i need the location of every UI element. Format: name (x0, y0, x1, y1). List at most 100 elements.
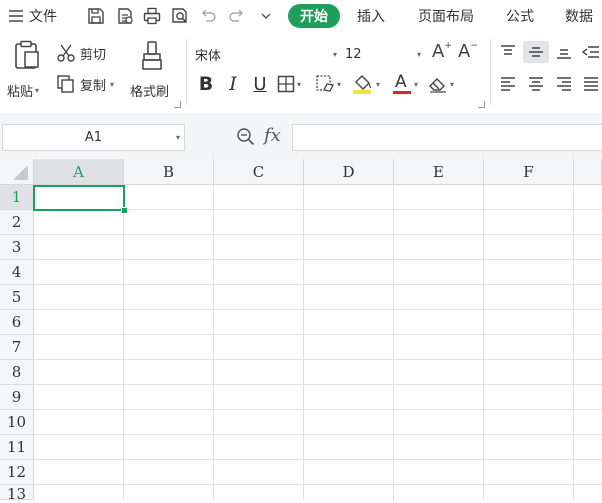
decrease-indent-button[interactable] (580, 41, 602, 63)
clear-format-dropdown-icon: ▾ (450, 79, 455, 89)
column-header-g[interactable] (574, 159, 602, 185)
name-box[interactable]: A1 ▾ (2, 124, 185, 151)
column-header-c[interactable]: C (214, 159, 304, 185)
bold-button[interactable]: B (195, 73, 217, 95)
format-painter-label: 格式刷 (130, 85, 170, 100)
row-header-13[interactable]: 13 (0, 485, 34, 503)
align-center-button[interactable] (525, 73, 547, 95)
active-cell-a1[interactable] (33, 185, 125, 211)
cell-style-button[interactable]: ▾ (315, 73, 341, 95)
align-top-button[interactable] (497, 41, 519, 63)
paste-button[interactable]: 粘贴 ▾ (7, 38, 44, 108)
align-right-button[interactable] (553, 73, 575, 95)
cut-label: 剪切 (80, 47, 107, 63)
font-color-swatch (393, 91, 411, 94)
copy-label: 复制 (80, 78, 107, 94)
underline-button[interactable]: U (249, 73, 271, 95)
fill-color-button[interactable]: ▾ (352, 73, 380, 95)
clear-format-button[interactable]: ▾ (428, 73, 454, 95)
font-group-launcher[interactable] (478, 101, 485, 108)
decrease-font-size-button[interactable]: A − (458, 41, 478, 62)
print-preview-icon[interactable] (169, 5, 191, 27)
format-painter-button[interactable]: 格式刷 (128, 38, 176, 108)
font-size-dropdown-icon: ▾ (416, 49, 421, 59)
decrease-font-glyph: A (458, 41, 471, 62)
paint-bucket-icon (352, 73, 374, 95)
row-header-3[interactable]: 3 (0, 235, 34, 260)
cell-area[interactable] (34, 185, 602, 500)
font-family-select[interactable]: 宋体 ▾ (192, 42, 340, 66)
format-painter-icon (140, 40, 164, 72)
align-left-button[interactable] (497, 73, 519, 95)
save-icon[interactable] (85, 5, 107, 27)
insert-function-button[interactable]: fx (264, 125, 281, 146)
align-middle-icon (529, 47, 543, 57)
scissors-icon (56, 43, 76, 63)
redo-icon[interactable] (226, 5, 248, 27)
borders-button[interactable]: ▾ (277, 73, 301, 95)
tab-home[interactable]: 开始 (288, 4, 340, 28)
name-box-value: A1 (84, 130, 103, 145)
font-family-dropdown-icon: ▾ (332, 49, 337, 59)
tab-insert[interactable]: 插入 (357, 4, 385, 28)
column-header-f[interactable]: F (484, 159, 574, 185)
increase-font-size-button[interactable]: A + (432, 41, 452, 62)
align-top-icon (501, 45, 515, 55)
align-bottom-icon (557, 49, 571, 59)
spreadsheet-grid: A B C D E F 1 2 3 4 5 6 7 8 9 10 11 12 1… (0, 159, 602, 503)
row-header-5[interactable]: 5 (0, 285, 34, 310)
select-all-triangle-icon (13, 165, 28, 180)
fill-handle[interactable] (121, 207, 128, 214)
tab-data[interactable]: 数据 (565, 4, 593, 28)
copy-button[interactable]: 复制 ▾ (56, 73, 114, 95)
row-header-4[interactable]: 4 (0, 260, 34, 285)
row-header-8[interactable]: 8 (0, 360, 34, 385)
row-header-9[interactable]: 9 (0, 385, 34, 410)
font-size-select[interactable]: 12 ▾ (342, 42, 424, 66)
decrease-indent-icon (582, 46, 599, 58)
clipboard-group-launcher[interactable] (174, 101, 181, 108)
row-header-10[interactable]: 10 (0, 410, 34, 435)
paste-dropdown-icon[interactable]: ▾ (35, 86, 39, 95)
menu-bar: 文件 开始 插入 页面布局 公式 数据 (0, 0, 602, 33)
align-bottom-button[interactable] (553, 41, 575, 63)
align-left-icon (501, 77, 515, 91)
quick-access-dropdown-icon[interactable] (255, 5, 277, 27)
fill-color-dropdown-icon: ▾ (376, 79, 381, 89)
cut-button[interactable]: 剪切 (56, 42, 106, 64)
tab-page-layout[interactable]: 页面布局 (418, 4, 474, 28)
font-family-value: 宋体 (195, 48, 222, 64)
copy-dropdown-icon[interactable]: ▾ (110, 80, 114, 89)
align-middle-button[interactable] (523, 41, 549, 63)
print-icon[interactable] (141, 5, 163, 27)
column-header-b[interactable]: B (124, 159, 214, 185)
justify-button[interactable] (580, 73, 602, 95)
zoom-formula-icon[interactable] (236, 127, 256, 147)
italic-button[interactable]: I (222, 73, 244, 95)
file-menu[interactable]: 文件 (8, 5, 57, 27)
export-pdf-icon[interactable] (114, 5, 136, 27)
row-header-12[interactable]: 12 (0, 460, 34, 485)
row-header-7[interactable]: 7 (0, 335, 34, 360)
plus-icon: + (444, 41, 452, 51)
borders-icon (277, 75, 295, 93)
column-header-d[interactable]: D (304, 159, 394, 185)
row-header-1[interactable]: 1 (0, 185, 34, 210)
row-header-2[interactable]: 2 (0, 210, 34, 235)
align-right-icon (557, 77, 571, 91)
align-center-icon (529, 77, 543, 91)
row-header-6[interactable]: 6 (0, 310, 34, 335)
select-all-button[interactable] (0, 159, 34, 185)
column-header-e[interactable]: E (394, 159, 484, 185)
row-header-11[interactable]: 11 (0, 435, 34, 460)
name-box-dropdown-icon[interactable]: ▾ (176, 133, 180, 142)
column-header-a[interactable]: A (34, 159, 124, 185)
undo-icon[interactable] (197, 5, 219, 27)
font-color-button[interactable]: A ▾ (392, 72, 419, 95)
font-size-value: 12 (345, 46, 362, 62)
cell-style-dropdown-icon: ▾ (337, 79, 342, 89)
formula-input[interactable] (292, 124, 602, 151)
tab-formulas[interactable]: 公式 (506, 4, 534, 28)
minus-icon: − (470, 41, 478, 51)
font-color-dropdown-icon: ▾ (414, 79, 419, 89)
